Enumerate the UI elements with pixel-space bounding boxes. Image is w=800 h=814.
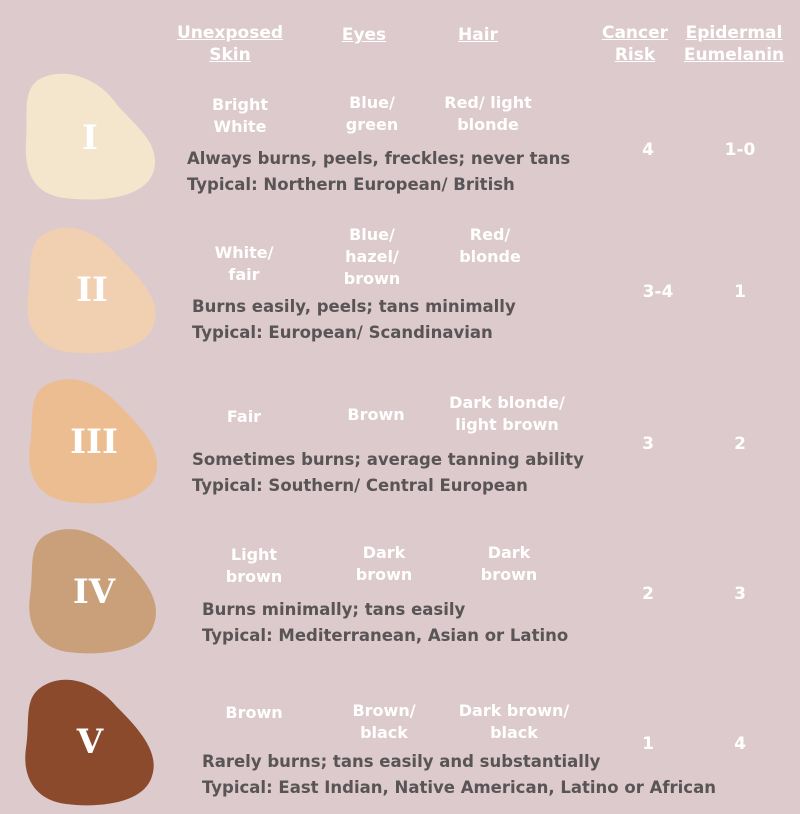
hair-value: Red/ light blonde — [444, 93, 532, 134]
typical-text: Typical: East Indian, Native American, L… — [202, 778, 716, 797]
eyes-value: Blue/ green — [345, 93, 399, 134]
typical-text: Typical: Southern/ Central European — [192, 476, 528, 495]
eumelanin-value: 4 — [734, 734, 746, 754]
skin-type-row-2: II White/ fair Blue/ hazel/ brown Red/ b… — [0, 222, 800, 354]
header-eyes: Eyes — [341, 25, 387, 45]
skin-type-numeral: III — [70, 422, 118, 462]
hair-value: Dark blonde/ light brown — [449, 393, 565, 434]
skin-type-row-5: V Brown Brown/ black Dark brown/ black R… — [0, 674, 800, 810]
header-epidermal-eumelanin: Epidermal Eumelanin — [683, 23, 785, 65]
skin-type-numeral: II — [76, 270, 108, 310]
eyes-value: Brown — [347, 405, 405, 424]
skin-type-row-4: IV Light brown Dark brown Dark brown Bur… — [0, 524, 800, 654]
skin-swatch-type-5: V — [20, 676, 160, 808]
cancer-risk-value: 2 — [642, 584, 654, 604]
eyes-value: Brown/ black — [352, 701, 416, 742]
reaction-text: Burns easily, peels; tans minimally — [192, 297, 516, 316]
cancer-risk-value: 3 — [642, 434, 654, 454]
eumelanin-value: 3 — [734, 584, 746, 604]
reaction-text: Burns minimally; tans easily — [202, 600, 466, 619]
eumelanin-value: 1 — [734, 282, 746, 302]
cancer-risk-value: 3-4 — [642, 282, 674, 302]
reaction-text: Rarely burns; tans easily and substantia… — [202, 752, 601, 771]
unexposed-skin-value: Light brown — [225, 545, 283, 586]
typical-text: Typical: Northern European/ British — [187, 175, 515, 194]
skin-swatch-type-1: I — [20, 72, 160, 204]
skin-type-row-1: I Bright White Blue/ green Red/ light bl… — [0, 72, 800, 202]
skin-swatch-type-2: II — [22, 224, 162, 356]
eumelanin-value: 1-0 — [724, 140, 756, 160]
hair-value: Dark brown — [480, 543, 538, 584]
unexposed-skin-value: White/ fair — [214, 243, 274, 284]
typical-text: Typical: Mediterranean, Asian or Latino — [202, 626, 569, 645]
skin-type-numeral: IV — [72, 572, 116, 612]
skin-type-row-3: III Fair Brown Dark blonde/ light brown … — [0, 374, 800, 504]
reaction-text: Sometimes burns; average tanning ability — [192, 450, 584, 469]
skin-type-numeral: V — [76, 722, 104, 762]
header-unexposed-skin: Unexposed Skin — [176, 23, 284, 65]
unexposed-skin-value: Bright White — [211, 95, 269, 136]
unexposed-skin-value: Fair — [226, 407, 262, 426]
skin-swatch-type-4: IV — [24, 526, 164, 658]
cancer-risk-value: 1 — [642, 734, 654, 754]
unexposed-skin-value: Brown — [225, 703, 283, 722]
skin-type-numeral: I — [82, 118, 98, 158]
header-hair: Hair — [458, 25, 498, 45]
skin-swatch-type-3: III — [24, 376, 164, 508]
reaction-text: Always burns, peels, freckles; never tan… — [187, 149, 571, 168]
typical-text: Typical: European/ Scandinavian — [192, 323, 493, 342]
hair-value: Red/ blonde — [459, 225, 521, 266]
header-cancer-risk: Cancer Risk — [601, 23, 669, 65]
eumelanin-value: 2 — [734, 434, 746, 454]
eyes-value: Dark brown — [355, 543, 413, 584]
eyes-value: Blue/ hazel/ brown — [343, 225, 401, 288]
hair-value: Dark brown/ black — [458, 701, 570, 742]
cancer-risk-value: 4 — [642, 140, 654, 160]
